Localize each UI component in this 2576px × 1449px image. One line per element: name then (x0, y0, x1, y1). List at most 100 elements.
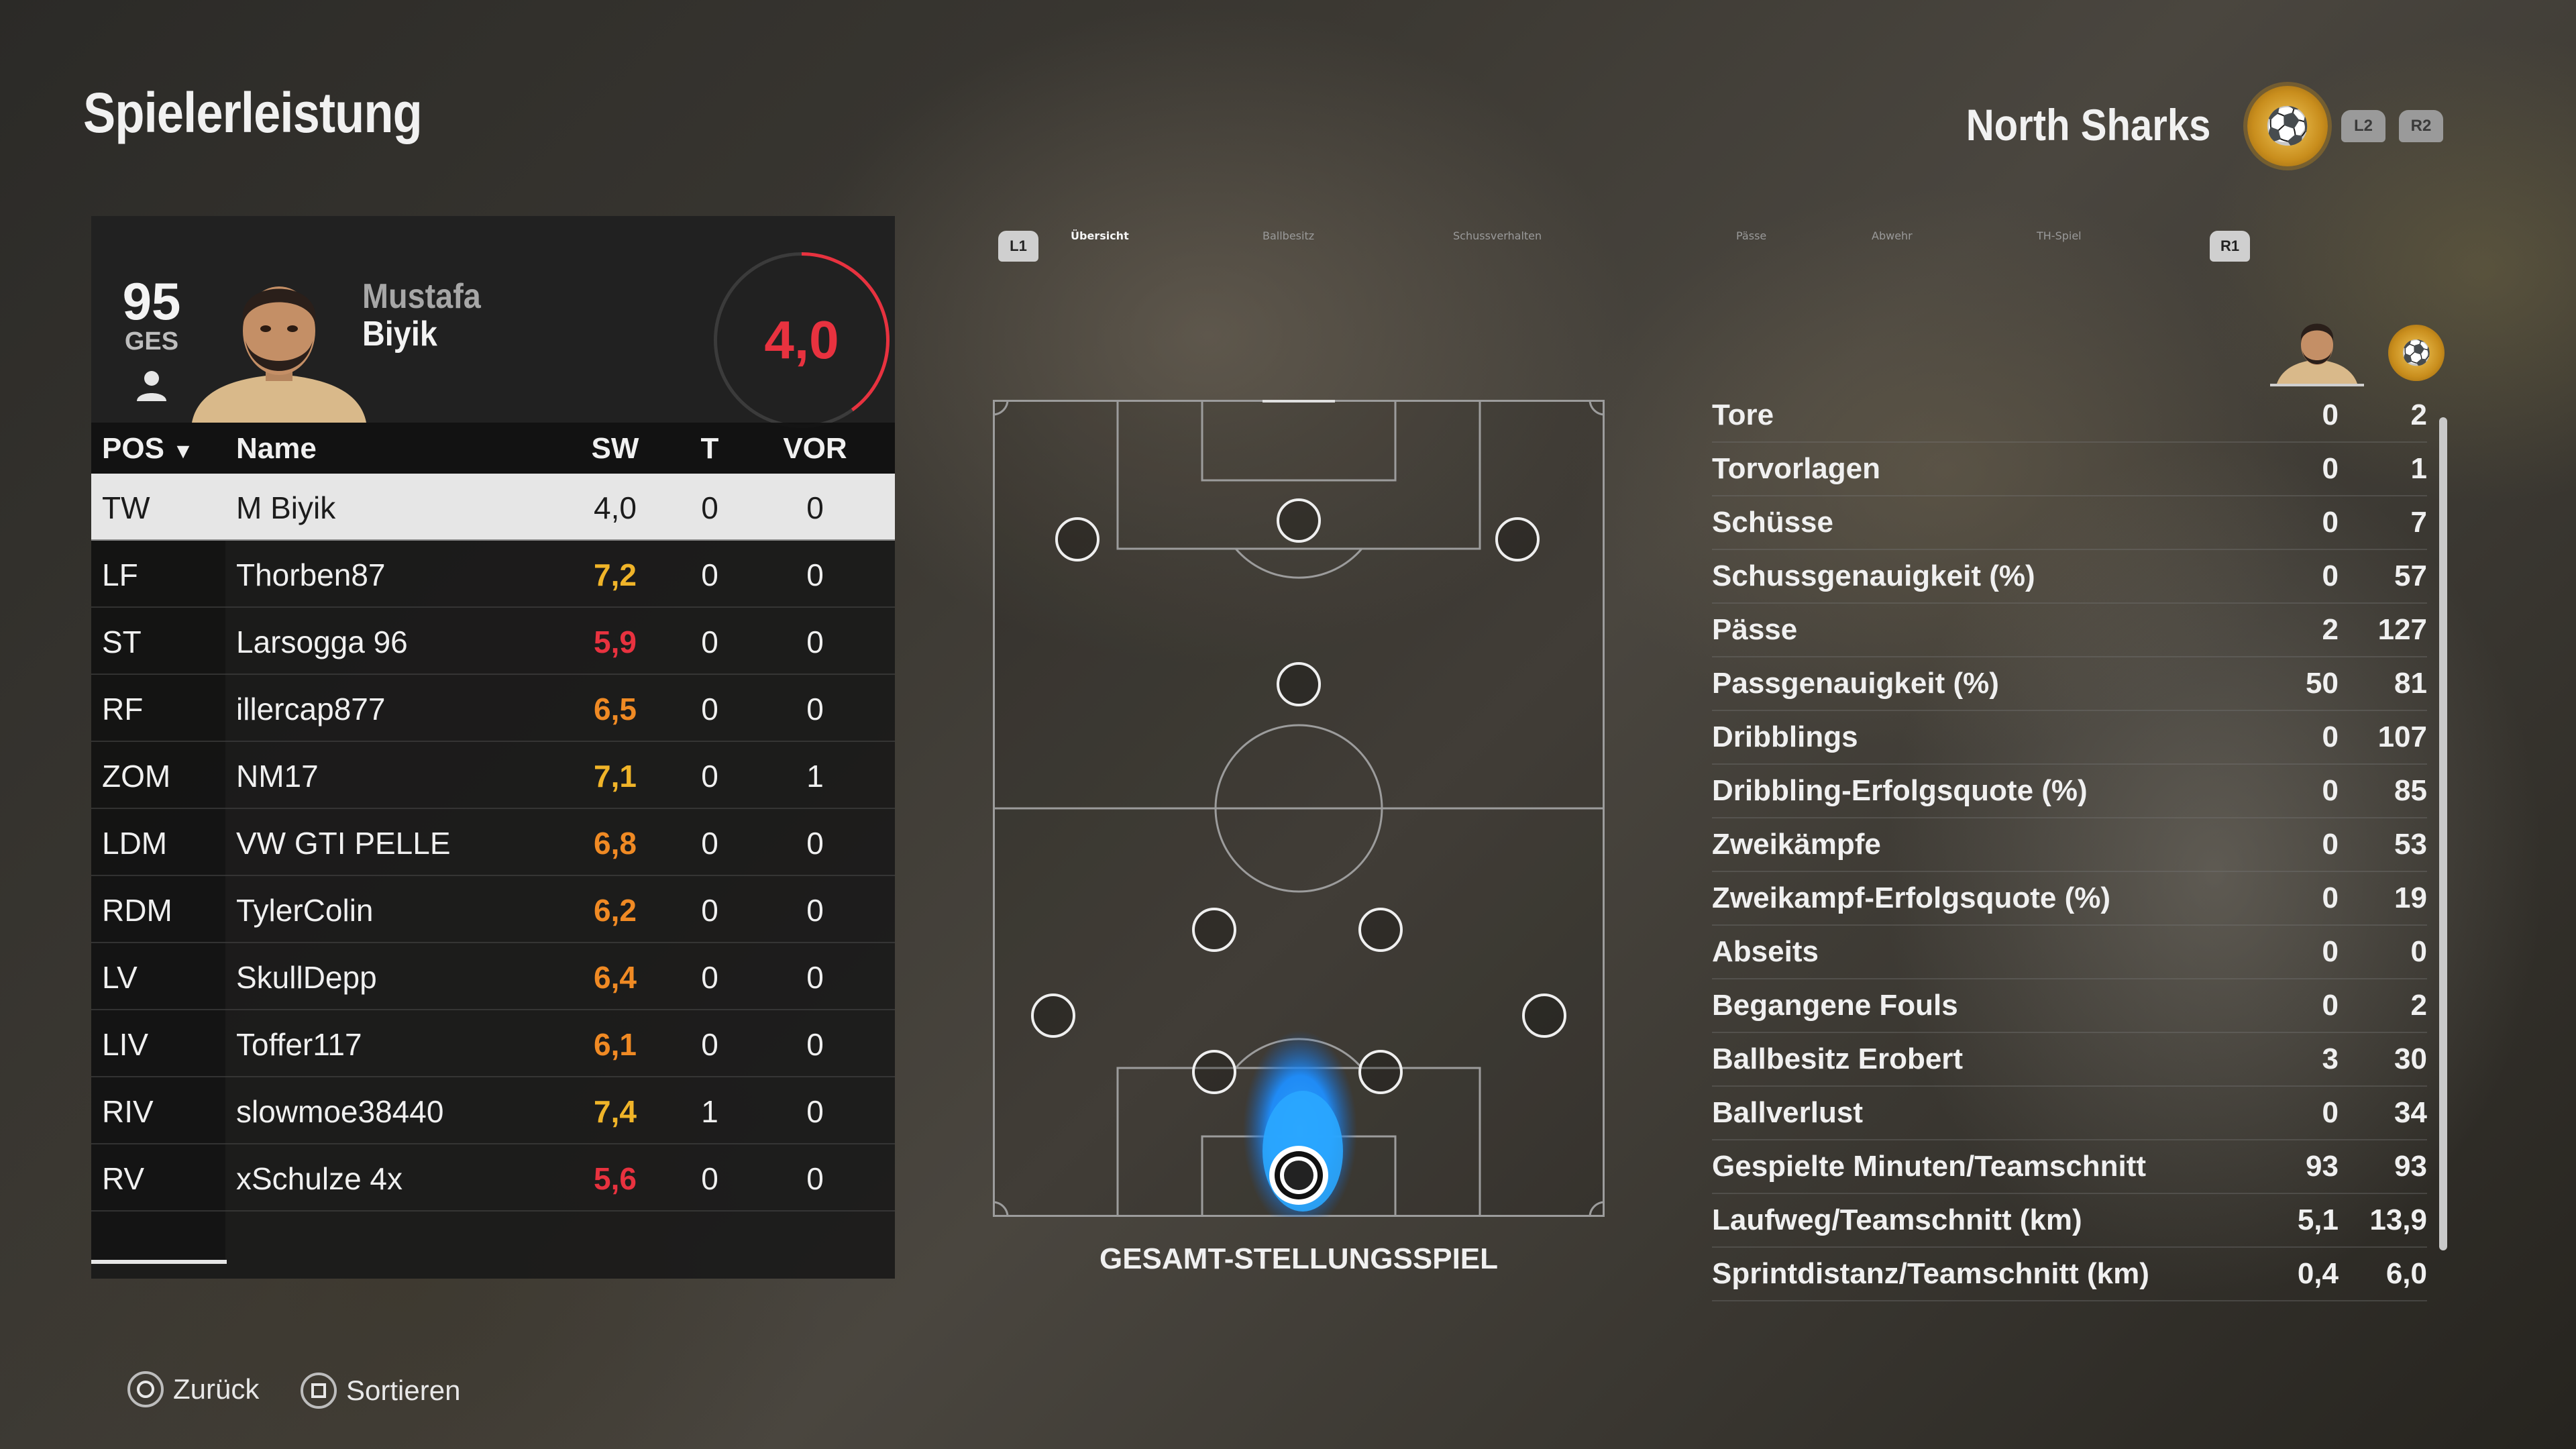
table-row[interactable]: LV SkullDepp 6,4 0 0 (91, 943, 895, 1010)
table-row[interactable]: TW M Biyik 4,0 0 0 (91, 474, 895, 541)
row-goals: 0 (701, 826, 718, 861)
row-position: RDM (102, 893, 172, 928)
row-rating: 5,6 (594, 1161, 637, 1196)
row-rating: 6,5 (594, 692, 637, 727)
stat-label: Zweikämpfe (1712, 828, 1881, 861)
stat-player-value: 5,1 (2297, 1203, 2339, 1236)
stat-team-value: 6,0 (2385, 1257, 2427, 1290)
team-column-crest-icon: ⚽ (2388, 325, 2445, 381)
row-goals: 0 (701, 557, 718, 592)
stat-team-value: 1 (2410, 452, 2427, 485)
stat-row: Zweikämpfe 0 53 (1712, 818, 2427, 872)
stat-player-value: 0,4 (2297, 1257, 2339, 1290)
stat-label: Pässe (1712, 613, 1798, 646)
stat-row: Sprintdistanz/Teamschnitt (km) 0,4 6,0 (1712, 1248, 2427, 1301)
row-position: LV (102, 960, 138, 995)
table-row[interactable]: LF Thorben87 7,2 0 0 (91, 541, 895, 608)
tab-abwehr[interactable]: Abwehr (1872, 229, 1913, 242)
column-header-name[interactable]: Name (236, 432, 317, 466)
stat-team-value: 127 (2377, 613, 2427, 646)
table-row[interactable]: RIV slowmoe38440 7,4 1 0 (91, 1077, 895, 1144)
stat-team-value: 85 (2394, 774, 2427, 807)
row-position: RV (102, 1161, 145, 1196)
rating-arc (714, 252, 890, 428)
row-goals: 1 (701, 1094, 718, 1129)
stat-team-value: 107 (2377, 720, 2427, 753)
table-row[interactable]: RV xSchulze 4x 5,6 0 0 (91, 1144, 895, 1212)
sort-arrow-icon: ▼ (172, 439, 194, 463)
stat-label: Torvorlagen (1712, 452, 1881, 485)
tab-ballbesitz[interactable]: Ballbesitz (1263, 229, 1314, 242)
row-position: LF (102, 557, 138, 592)
table-row[interactable]: RDM TylerColin 6,2 0 0 (91, 876, 895, 943)
l1-button[interactable]: L1 (998, 231, 1038, 262)
r2-button[interactable]: R2 (2399, 110, 2443, 142)
row-assists: 0 (806, 625, 824, 659)
position-column-indicator (91, 1260, 227, 1264)
footer-controls: Zurück Sortieren (127, 1371, 494, 1409)
row-assists: 0 (806, 1161, 824, 1196)
table-row[interactable]: ST Larsogga 96 5,9 0 0 (91, 608, 895, 675)
marker-lv (1031, 994, 1075, 1038)
stat-player-value: 2 (2322, 613, 2339, 646)
player-column-portrait (2270, 323, 2364, 386)
stat-player-value: 0 (2322, 935, 2339, 968)
l2-button[interactable]: L2 (2341, 110, 2385, 142)
stat-row: Dribbling-Erfolgsquote (%) 0 85 (1712, 765, 2427, 818)
table-row[interactable]: LIV Toffer117 6,1 0 0 (91, 1010, 895, 1077)
stat-team-value: 53 (2394, 828, 2427, 861)
stat-team-value: 2 (2410, 989, 2427, 1022)
stat-team-value: 13,9 (2369, 1203, 2427, 1236)
table-row[interactable]: ZOM NM17 7,1 0 1 (91, 742, 895, 809)
row-assists: 0 (806, 1094, 824, 1129)
square-button-icon (301, 1373, 337, 1409)
column-header-sw[interactable]: SW (572, 432, 659, 466)
tab-uebersicht[interactable]: Übersicht (1071, 229, 1129, 242)
pitch-svg (992, 398, 1605, 1232)
sort-button[interactable]: Sortieren (301, 1373, 460, 1409)
stat-player-value: 0 (2322, 989, 2339, 1022)
tab-schussverhalten[interactable]: Schussverhalten (1453, 229, 1542, 242)
row-goals: 0 (701, 625, 718, 659)
row-rating: 6,4 (594, 960, 637, 995)
stat-label: Schussgenauigkeit (%) (1712, 559, 2035, 592)
stat-row: Schüsse 0 7 (1712, 496, 2427, 550)
marker-ldm (1192, 908, 1236, 952)
row-goals: 0 (701, 692, 718, 727)
row-assists: 0 (806, 1027, 824, 1062)
stat-player-value: 0 (2322, 506, 2339, 539)
row-player-name: Toffer117 (236, 1027, 362, 1062)
stat-label: Dribbling-Erfolgsquote (%) (1712, 774, 2088, 807)
stat-player-value: 50 (2306, 667, 2339, 700)
column-header-vor[interactable]: VOR (771, 432, 859, 466)
column-header-t[interactable]: T (676, 432, 743, 466)
stat-row: Abseits 0 0 (1712, 926, 2427, 979)
back-button[interactable]: Zurück (127, 1371, 259, 1407)
row-rating: 6,2 (594, 893, 637, 928)
overall-rating: 95 GES (118, 275, 185, 356)
stat-label: Dribblings (1712, 720, 1858, 753)
stat-label: Passgenauigkeit (%) (1712, 667, 1999, 700)
stat-player-value: 0 (2322, 452, 2339, 485)
table-row[interactable]: LDM VW GTI PELLE 6,8 0 0 (91, 809, 895, 876)
r1-button[interactable]: R1 (2210, 231, 2250, 262)
row-position: TW (102, 490, 150, 525)
tab-paesse[interactable]: Pässe (1736, 229, 1766, 242)
player-first-name: Mustafa (362, 277, 481, 316)
stat-player-value: 0 (2322, 828, 2339, 861)
tab-th-spiel[interactable]: TH-Spiel (2037, 229, 2082, 242)
row-rating: 7,2 (594, 557, 637, 592)
stats-scrollbar[interactable] (2439, 417, 2447, 1250)
column-header-pos[interactable]: POS ▼ (102, 432, 194, 466)
row-position: RF (102, 692, 144, 727)
player-table-body: TW M Biyik 4,0 0 0 LF Thorben87 7,2 0 0 ST Larsogga… (91, 474, 895, 1212)
sort-label: Sortieren (346, 1375, 461, 1406)
table-row[interactable]: RF illercap877 6,5 0 0 (91, 675, 895, 742)
row-player-name: M Biyik (236, 490, 336, 525)
circle-button-icon (127, 1371, 164, 1407)
marker-lf (1055, 517, 1099, 561)
stat-row: Laufweg/Teamschnitt (km) 5,1 13,9 (1712, 1194, 2427, 1248)
row-goals: 0 (701, 490, 718, 525)
row-goals: 0 (701, 1161, 718, 1196)
stat-team-value: 2 (2410, 398, 2427, 431)
